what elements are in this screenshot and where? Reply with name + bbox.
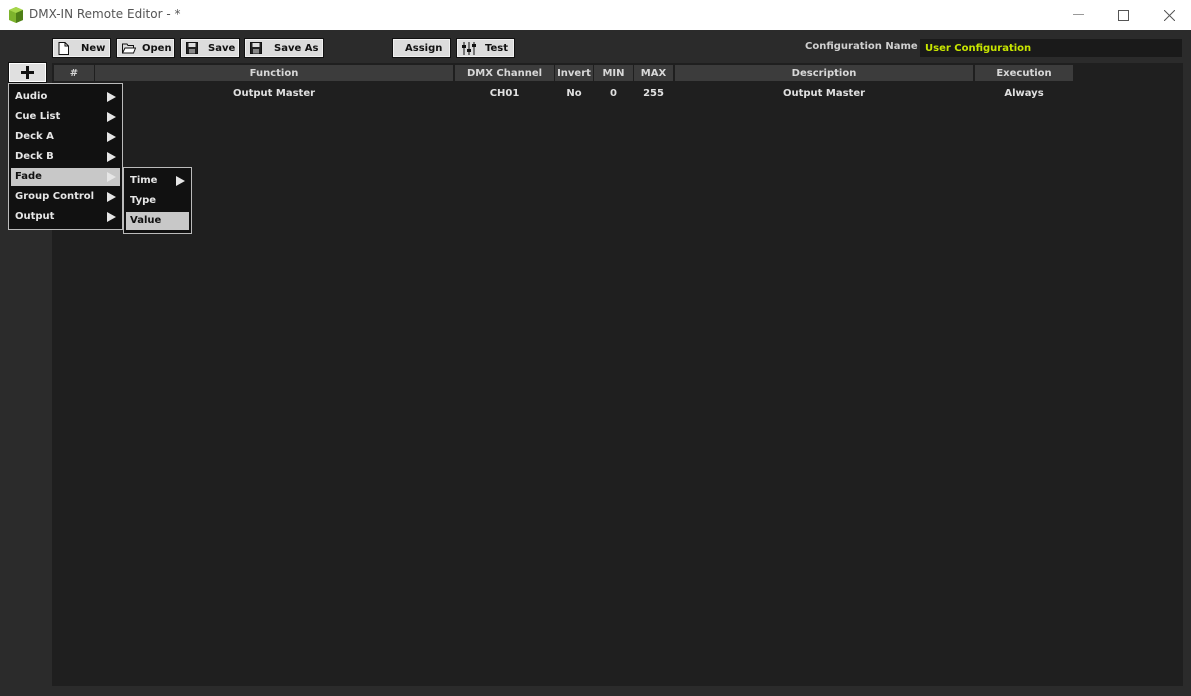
submenu-arrow-icon (107, 132, 116, 142)
menu-item-label: Output (15, 211, 55, 222)
submenu-arrow-icon (107, 112, 116, 122)
submenu-item-type[interactable]: Type (126, 192, 189, 210)
fade-submenu: Time Type Value (123, 167, 192, 234)
submenu-item-time[interactable]: Time (126, 172, 189, 190)
app-logo-icon (9, 7, 23, 23)
title-bar: DMX-IN Remote Editor - * (0, 0, 1191, 30)
header-number[interactable]: # (54, 65, 94, 81)
submenu-item-label: Value (130, 215, 162, 226)
submenu-arrow-icon (107, 192, 116, 202)
save-as-button[interactable]: Save As (244, 38, 324, 58)
save-as-disk-icon (250, 42, 262, 54)
menu-item-label: Cue List (15, 111, 61, 122)
submenu-arrow-icon (176, 176, 185, 186)
test-button-label: Test (485, 43, 509, 54)
assign-button-label: Assign (405, 43, 443, 54)
open-button[interactable]: Open (116, 38, 175, 58)
row-description: Output Master (782, 87, 866, 99)
assign-button[interactable]: Assign (392, 38, 451, 58)
menu-item-output[interactable]: Output (11, 208, 120, 226)
header-execution[interactable]: Execution (975, 65, 1073, 81)
menu-item-audio[interactable]: Audio (11, 88, 120, 106)
submenu-arrow-icon (107, 212, 116, 222)
save-button[interactable]: Save (180, 38, 240, 58)
menu-item-fade[interactable]: Fade (11, 168, 120, 186)
menu-item-deck-a[interactable]: Deck A (11, 128, 120, 146)
menu-item-label: Deck B (15, 151, 54, 162)
menu-item-cue-list[interactable]: Cue List (11, 108, 120, 126)
header-max[interactable]: MAX (634, 65, 673, 81)
new-button[interactable]: New (52, 38, 111, 58)
row-min: 0 (610, 87, 617, 99)
row-max: 255 (643, 87, 664, 99)
maximize-button[interactable] (1100, 0, 1146, 30)
test-button[interactable]: Test (456, 38, 515, 58)
minimize-button[interactable] (1055, 0, 1101, 30)
folder-open-icon (122, 43, 136, 54)
submenu-item-value[interactable]: Value (126, 212, 189, 230)
function-category-menu: Audio Cue List Deck A Deck B Fade Group … (8, 83, 123, 230)
save-as-button-label: Save As (274, 43, 319, 54)
menu-item-label: Deck A (15, 131, 54, 142)
header-min[interactable]: MIN (594, 65, 633, 81)
menu-item-deck-b[interactable]: Deck B (11, 148, 120, 166)
submenu-arrow-icon (107, 152, 116, 162)
new-button-label: New (81, 43, 106, 54)
menu-item-label: Audio (15, 91, 48, 102)
configuration-name-label: Configuration Name : (805, 41, 926, 52)
submenu-arrow-icon (107, 172, 116, 182)
header-description[interactable]: Description (675, 65, 973, 81)
save-button-label: Save (208, 43, 236, 54)
header-invert[interactable]: Invert (555, 65, 593, 81)
save-disk-icon (186, 42, 198, 54)
configuration-name-field[interactable]: User Configuration (920, 39, 1182, 57)
maximize-icon (1117, 9, 1129, 21)
row-invert: No (566, 87, 582, 99)
close-button[interactable] (1146, 0, 1191, 30)
row-execution: Always (1004, 87, 1044, 99)
header-dmx-channel[interactable]: DMX Channel (455, 65, 554, 81)
submenu-item-label: Type (130, 195, 157, 206)
menu-item-label: Fade (15, 171, 42, 182)
faders-icon (462, 42, 476, 55)
window-title: DMX-IN Remote Editor - * (29, 7, 181, 21)
menu-item-label: Group Control (15, 191, 95, 202)
new-file-icon (58, 42, 69, 55)
row-dmx-channel: CH01 (489, 87, 520, 99)
close-icon (1163, 9, 1175, 21)
row-function: Output Master (232, 87, 316, 99)
function-table-panel (52, 63, 1183, 686)
minimize-icon (1072, 14, 1084, 15)
header-function[interactable]: Function (95, 65, 453, 81)
plus-icon (21, 66, 34, 79)
open-button-label: Open (142, 43, 172, 54)
add-function-button[interactable] (8, 62, 47, 83)
submenu-item-label: Time (130, 175, 158, 186)
submenu-arrow-icon (107, 92, 116, 102)
menu-item-group-control[interactable]: Group Control (11, 188, 120, 206)
